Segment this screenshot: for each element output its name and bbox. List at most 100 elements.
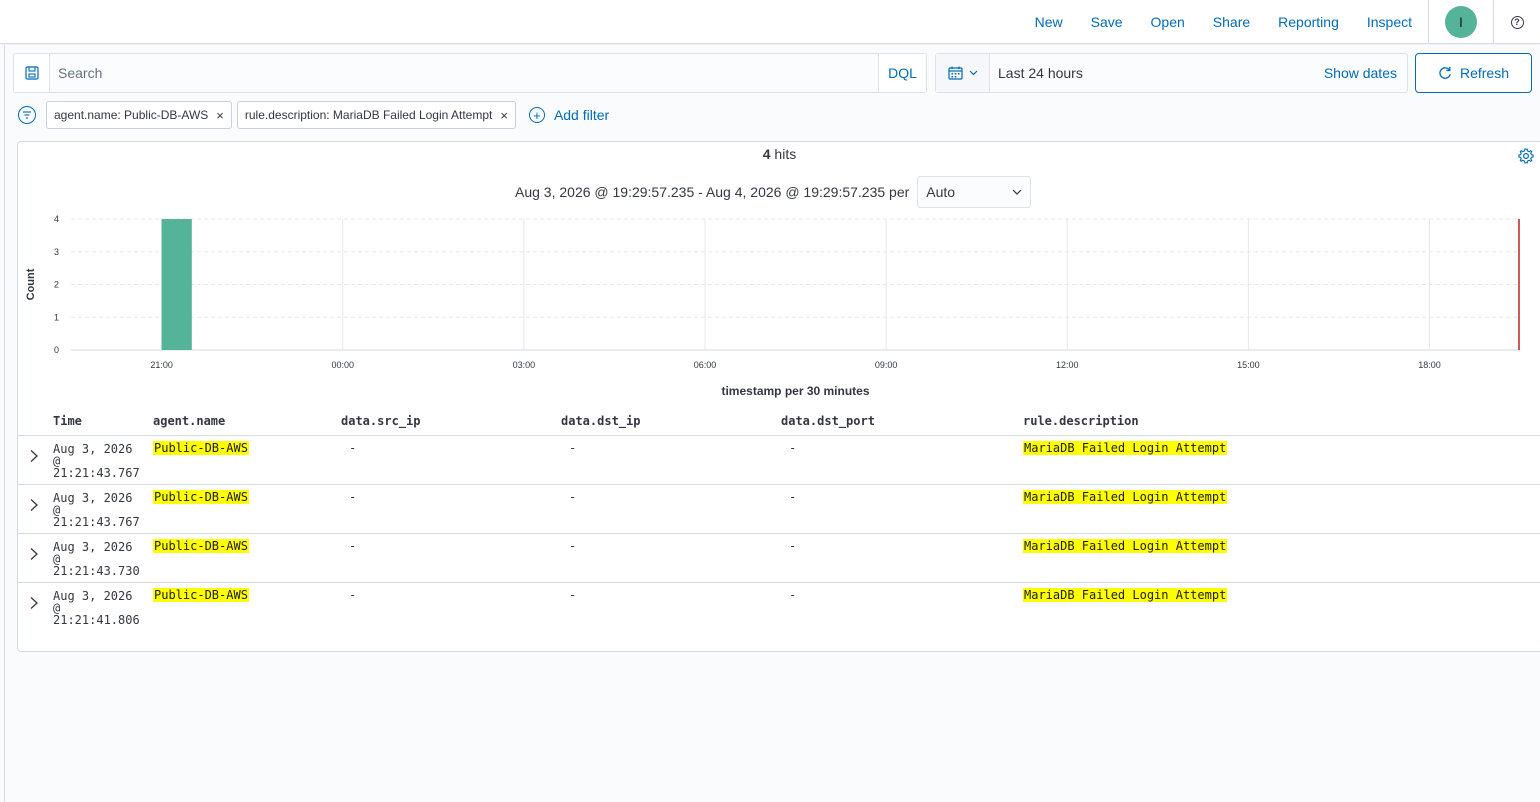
cell-src-ip: - (349, 588, 357, 602)
save-icon (24, 66, 39, 80)
help-icon: ? (1510, 15, 1524, 29)
table-row[interactable]: Aug 3, 2026 @ 21:21:43.767 Public-DB-AWS -… (18, 436, 1540, 485)
table-row[interactable]: Aug 3, 2026 @ 21:21:43.767 Public-DB-AWS -… (18, 485, 1540, 534)
cell-rule-description: MariaDB Failed Login Attempt (1023, 588, 1228, 602)
calendar-icon (947, 66, 963, 80)
cell-dst-ip: - (569, 490, 577, 504)
x-tick-label: 12:00 (1056, 360, 1079, 370)
cell-time: Aug 3, 2026 @ 21:21:43.767 (53, 491, 140, 529)
top-nav: New Save Open Share Reporting Inspect I … (1035, 0, 1540, 44)
y-tick-label: 2 (54, 280, 59, 290)
cell-rule-description: MariaDB Failed Login Attempt (1023, 441, 1228, 455)
search-input[interactable] (50, 54, 878, 92)
filter-bar: agent.name: Public-DB-AWS × rule.descrip… (18, 101, 609, 129)
filter-lines-icon (23, 111, 31, 119)
nav-share[interactable]: Share (1213, 14, 1250, 30)
cell-dst-ip: - (569, 539, 577, 553)
cell-dst-ip: - (569, 588, 577, 602)
filter-pill-label: rule.description: MariaDB Failed Login A… (244, 108, 493, 122)
help-button[interactable]: ? (1494, 0, 1540, 44)
column-header-dst-port[interactable]: data.dst_port (781, 414, 875, 428)
y-tick-label: 4 (54, 214, 59, 224)
time-range-text: Aug 3, 2026 @ 19:29:57.235 - Aug 4, 2026… (515, 184, 910, 200)
chevron-right-icon[interactable] (27, 547, 41, 561)
top-header: New Save Open Share Reporting Inspect I … (0, 0, 1540, 44)
date-picker: Last 24 hours Show dates (935, 53, 1408, 93)
column-header-agent-name[interactable]: agent.name (153, 414, 225, 428)
refresh-button[interactable]: Refresh (1415, 53, 1532, 93)
cell-agent-name: Public-DB-AWS (153, 539, 249, 553)
y-tick-label: 1 (54, 312, 59, 322)
x-tick-label: 03:00 (513, 360, 536, 370)
hits-label: hits (770, 146, 797, 162)
user-avatar[interactable]: I (1445, 6, 1477, 38)
x-tick-label: 09:00 (875, 360, 898, 370)
hits-counter: 4 hits (18, 146, 1540, 162)
cell-time: Aug 3, 2026 @ 21:21:41.806 (53, 589, 140, 627)
cell-time: Aug 3, 2026 @ 21:21:43.730 (53, 540, 140, 578)
table-row[interactable]: Aug 3, 2026 @ 21:21:41.806 Public-DB-AWS -… (18, 583, 1540, 632)
query-bar: DQL (13, 53, 927, 93)
add-filter-label: Add filter (553, 107, 610, 123)
cell-src-ip: - (349, 441, 357, 455)
chevron-right-icon[interactable] (27, 449, 41, 463)
cell-agent-name: Public-DB-AWS (153, 441, 249, 455)
nav-save[interactable]: Save (1091, 14, 1123, 30)
cell-rule-description: MariaDB Failed Login Attempt (1023, 490, 1228, 504)
show-dates-link[interactable]: Show dates (1324, 65, 1407, 81)
cell-dst-port: - (789, 441, 797, 455)
y-tick-label: 3 (54, 247, 59, 257)
add-filter-button[interactable]: + Add filter (528, 107, 610, 123)
column-header-rule-description[interactable]: rule.description (1023, 414, 1139, 428)
cell-src-ip: - (349, 490, 357, 504)
date-range-label[interactable]: Last 24 hours (990, 65, 1324, 81)
chevron-down-icon (969, 70, 977, 76)
nav-inspect[interactable]: Inspect (1367, 14, 1412, 30)
nav-divider (1428, 0, 1429, 44)
table-header: Time agent.name data.src_ip data.dst_ip … (18, 406, 1540, 436)
chevron-right-icon[interactable] (27, 498, 41, 512)
filter-pill-agent[interactable]: agent.name: Public-DB-AWS × (46, 101, 232, 129)
nav-new[interactable]: New (1035, 14, 1063, 30)
results-table: Time agent.name data.src_ip data.dst_ip … (18, 406, 1540, 632)
cell-dst-ip: - (569, 441, 577, 455)
quick-menu-button[interactable] (936, 54, 990, 92)
y-tick-label: 0 (54, 345, 59, 355)
discover-results-panel: 4 hits Aug 3, 2026 @ 19:29:57.235 - Aug … (17, 141, 1540, 652)
x-tick-label: 18:00 (1418, 360, 1441, 370)
query-language-button[interactable]: DQL (878, 54, 926, 92)
column-header-src-ip[interactable]: data.src_ip (341, 414, 420, 428)
chevron-down-icon (1012, 189, 1022, 195)
close-icon[interactable]: × (216, 108, 224, 123)
cell-time: Aug 3, 2026 @ 21:21:43.767 (53, 442, 140, 480)
close-icon[interactable]: × (500, 108, 508, 123)
filter-pill-label: agent.name: Public-DB-AWS (54, 108, 209, 122)
interval-value: Auto (926, 184, 956, 200)
column-header-dst-ip[interactable]: data.dst_ip (561, 414, 640, 428)
nav-open[interactable]: Open (1151, 14, 1185, 30)
x-tick-label: 00:00 (331, 360, 354, 370)
cell-agent-name: Public-DB-AWS (153, 588, 249, 602)
filter-pill-rule[interactable]: rule.description: MariaDB Failed Login A… (236, 101, 516, 129)
hits-count: 4 (762, 146, 771, 162)
refresh-icon (1439, 67, 1451, 79)
nav-reporting[interactable]: Reporting (1278, 14, 1339, 30)
histogram-bar[interactable] (161, 219, 192, 350)
table-row[interactable]: Aug 3, 2026 @ 21:21:43.730 Public-DB-AWS -… (18, 534, 1540, 583)
cell-dst-port: - (789, 588, 797, 602)
plus-circle-icon: + (528, 107, 545, 123)
cell-dst-port: - (789, 539, 797, 553)
saved-query-button[interactable] (14, 54, 50, 92)
x-axis-title: timestamp per 30 minutes (721, 384, 870, 398)
refresh-label: Refresh (1459, 65, 1510, 81)
histogram-chart[interactable]: 0 1 2 3 4 21:00 00:00 03:00 06:00 09:00 12:00 15:00… (18, 202, 1540, 382)
chevron-right-icon[interactable] (27, 596, 41, 610)
table-body: Aug 3, 2026 @ 21:21:43.767 Public-DB-AWS -… (18, 436, 1540, 632)
cell-src-ip: - (349, 539, 357, 553)
cell-agent-name: Public-DB-AWS (153, 490, 249, 504)
x-tick-label: 21:00 (150, 360, 173, 370)
filter-options-button[interactable] (18, 106, 36, 124)
y-axis-title: Count (25, 268, 37, 300)
column-header-time[interactable]: Time (53, 414, 82, 428)
gear-icon[interactable] (1518, 148, 1534, 164)
